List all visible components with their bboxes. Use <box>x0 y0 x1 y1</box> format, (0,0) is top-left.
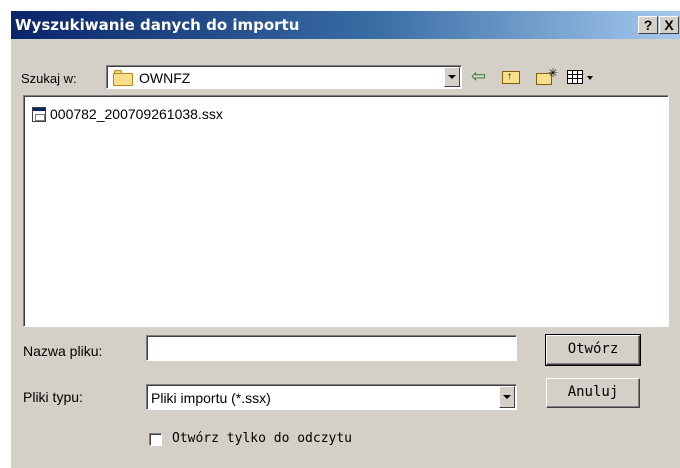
lookin-value: OWNFZ <box>139 70 191 86</box>
filename-label: Nazwa pliku: <box>23 343 103 359</box>
file-name: 000782_200709261038.ssx <box>50 106 223 122</box>
up-one-level-icon[interactable]: ↑ <box>501 67 523 87</box>
file-icon <box>32 107 46 122</box>
chevron-down-icon[interactable] <box>444 67 460 87</box>
filetype-value: Pliki importu (*.ssx) <box>151 390 271 406</box>
file-open-dialog: Wyszukiwanie danych do importu ? X Szuka… <box>10 10 680 468</box>
readonly-checkbox[interactable] <box>149 433 162 446</box>
cancel-button[interactable]: Anuluj <box>546 378 640 408</box>
back-arrow-icon[interactable]: ⇦ <box>471 67 491 87</box>
view-menu-icon[interactable] <box>567 67 597 87</box>
lookin-label: Szukaj w: <box>21 71 77 86</box>
new-folder-icon[interactable]: ✳ <box>535 67 559 87</box>
filetype-label: Pliki typu: <box>23 389 83 405</box>
filetype-select[interactable]: Pliki importu (*.ssx) <box>146 384 517 410</box>
readonly-label: Otwórz tylko do odczytu <box>172 431 353 446</box>
title-bar[interactable]: Wyszukiwanie danych do importu ? X <box>11 11 680 39</box>
filename-input[interactable] <box>146 335 517 361</box>
file-list[interactable]: 000782_200709261038.ssx <box>23 95 669 327</box>
chevron-down-icon[interactable] <box>499 386 515 408</box>
window-title: Wyszukiwanie danych do importu <box>15 16 300 34</box>
open-button[interactable]: Otwórz <box>545 334 641 366</box>
help-button[interactable]: ? <box>638 16 658 34</box>
lookin-combobox[interactable]: OWNFZ <box>106 65 462 89</box>
close-button[interactable]: X <box>659 16 679 34</box>
folder-icon <box>113 70 133 86</box>
